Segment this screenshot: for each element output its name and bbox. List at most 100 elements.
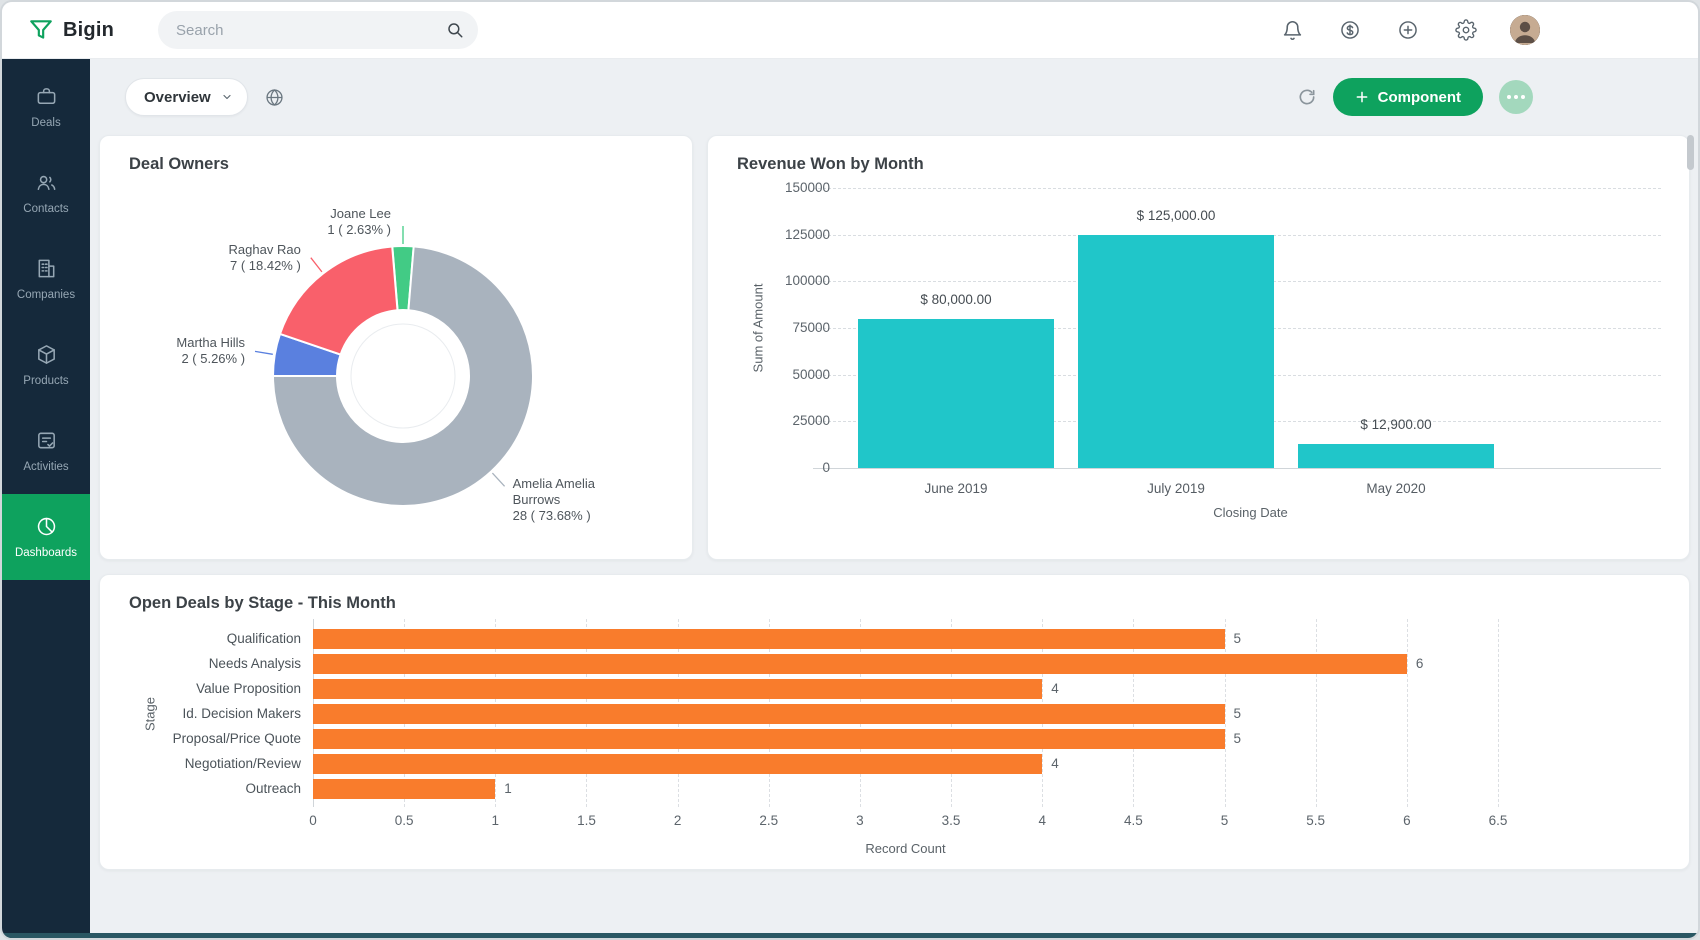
brand-name: Bigin (63, 19, 114, 42)
bar-May 2020[interactable] (1298, 444, 1494, 468)
sidebar-item-dashboards[interactable]: Dashboards (2, 494, 90, 580)
x-axis-tick: 6.5 (1473, 813, 1523, 829)
bar-value-label: $ 80,000.00 (836, 292, 1076, 308)
dashboard-view-selector[interactable]: Overview (125, 78, 248, 116)
x-axis-tick: 1.5 (561, 813, 611, 829)
bar-Id. Decision Makers[interactable] (313, 704, 1225, 724)
x-axis-tick: 2 (653, 813, 703, 829)
category-label: Outreach (100, 781, 301, 797)
x-axis-tick: 2.5 (744, 813, 794, 829)
bar-July 2019[interactable] (1078, 235, 1274, 468)
y-axis-tick: 75000 (708, 320, 830, 336)
avatar[interactable] (1510, 15, 1540, 45)
bar-Proposal/Price Quote[interactable] (313, 729, 1225, 749)
x-axis-label: June 2019 (836, 481, 1076, 497)
y-axis-title: Sum of Amount (751, 284, 766, 373)
activities-icon (35, 429, 58, 452)
card-title: Revenue Won by Month (737, 155, 924, 174)
sidebar-item-products[interactable]: Products (2, 322, 90, 408)
more-icon (1507, 95, 1525, 99)
component-label: Component (1378, 89, 1461, 106)
bar-Value Proposition[interactable] (313, 679, 1042, 699)
sidebar-item-label: Companies (17, 289, 75, 301)
x-axis-tick: 5.5 (1291, 813, 1341, 829)
notifications-button[interactable] (1278, 16, 1306, 44)
settings-button[interactable] (1452, 16, 1480, 44)
toolbar-right: Component (1297, 78, 1533, 116)
open-deals-stage-card: Open Deals by Stage - This Month 00.511.… (99, 574, 1690, 870)
search-box[interactable] (158, 11, 478, 49)
products-icon (35, 343, 58, 366)
bar-value-label: 4 (1051, 681, 1059, 697)
scrollbar-thumb[interactable] (1687, 135, 1694, 170)
category-label: Negotiation/Review (100, 756, 301, 772)
dashboard-visibility-button[interactable] (264, 87, 285, 108)
plus-circle-icon (1397, 19, 1419, 41)
contacts-icon (35, 171, 58, 194)
y-axis-tick: 150000 (708, 180, 830, 196)
sidebar-item-activities[interactable]: Activities (2, 408, 90, 494)
donut-leader-line (255, 351, 273, 354)
companies-icon (35, 257, 58, 280)
y-axis-title: Stage (143, 697, 158, 731)
topbar-actions (1278, 15, 1540, 45)
search-icon[interactable] (446, 21, 464, 39)
donut-inner-ring (351, 324, 455, 428)
bar-value-label: 6 (1416, 656, 1424, 672)
x-axis-tick: 4 (1017, 813, 1067, 829)
x-axis-tick: 0.5 (379, 813, 429, 829)
quick-add-button[interactable] (1394, 16, 1422, 44)
revenue-won-card: Revenue Won by Month 0250005000075000100… (707, 135, 1690, 560)
gridline (1407, 619, 1408, 807)
more-button[interactable] (1499, 80, 1533, 114)
category-label: Id. Decision Makers (100, 706, 301, 722)
refresh-button[interactable] (1297, 87, 1317, 107)
category-label: Needs Analysis (100, 656, 301, 672)
avatar-photo (1510, 15, 1540, 45)
refresh-icon (1297, 87, 1317, 107)
bell-icon (1282, 20, 1303, 41)
bigin-logo-icon (28, 17, 54, 43)
bar-Negotiation/Review[interactable] (313, 754, 1042, 774)
gridline (1316, 619, 1317, 807)
dashboard-toolbar: Overview Component (90, 59, 1698, 121)
chevron-down-icon (221, 91, 233, 103)
bar-Needs Analysis[interactable] (313, 654, 1407, 674)
sidebar-item-companies[interactable]: Companies (2, 236, 90, 322)
search-input[interactable] (176, 22, 446, 39)
plus-icon (1355, 90, 1369, 104)
deals-icon (35, 85, 58, 108)
sidebar-item-label: Contacts (23, 203, 68, 215)
y-axis-tick: 25000 (708, 413, 830, 429)
sidebar-item-label: Deals (31, 117, 60, 129)
brand: Bigin (28, 17, 114, 43)
sidebar-item-label: Activities (23, 461, 68, 473)
donut-label: Raghav Rao7 ( 18.42% ) (229, 242, 301, 274)
bar-Qualification[interactable] (313, 629, 1225, 649)
x-axis-tick: 1 (470, 813, 520, 829)
bar-June 2019[interactable] (858, 319, 1054, 468)
donut-leader-line (492, 473, 504, 486)
y-axis-tick: 125000 (708, 227, 830, 243)
x-axis-label: May 2020 (1276, 481, 1516, 497)
y-axis-tick: 100000 (708, 273, 830, 289)
dashboards-icon (35, 515, 58, 538)
bar-value-label: $ 12,900.00 (1276, 417, 1516, 433)
add-component-button[interactable]: Component (1333, 78, 1483, 116)
billing-dollar-icon (1339, 19, 1361, 41)
sidebar: Deals Contacts Companies Products Activi… (2, 59, 90, 938)
donut-label: Joane Lee1 ( 2.63% ) (327, 206, 391, 238)
bar-value-label: 4 (1051, 756, 1059, 772)
x-axis-label: July 2019 (1056, 481, 1296, 497)
bar-value-label: $ 125,000.00 (1056, 208, 1296, 224)
sidebar-item-contacts[interactable]: Contacts (2, 150, 90, 236)
bar-Outreach[interactable] (313, 779, 495, 799)
x-axis-tick: 5 (1200, 813, 1250, 829)
x-axis-tick: 3 (835, 813, 885, 829)
donut-label: Amelia Amelia Burrows28 ( 73.68% ) (513, 476, 628, 524)
bar-value-label: 1 (504, 781, 512, 797)
revenue-bar-chart: 0250005000075000100000125000150000$ 80,0… (708, 136, 1689, 559)
sidebar-item-deals[interactable]: Deals (2, 64, 90, 150)
donut-leader-line (311, 258, 322, 272)
billing-button[interactable] (1336, 16, 1364, 44)
